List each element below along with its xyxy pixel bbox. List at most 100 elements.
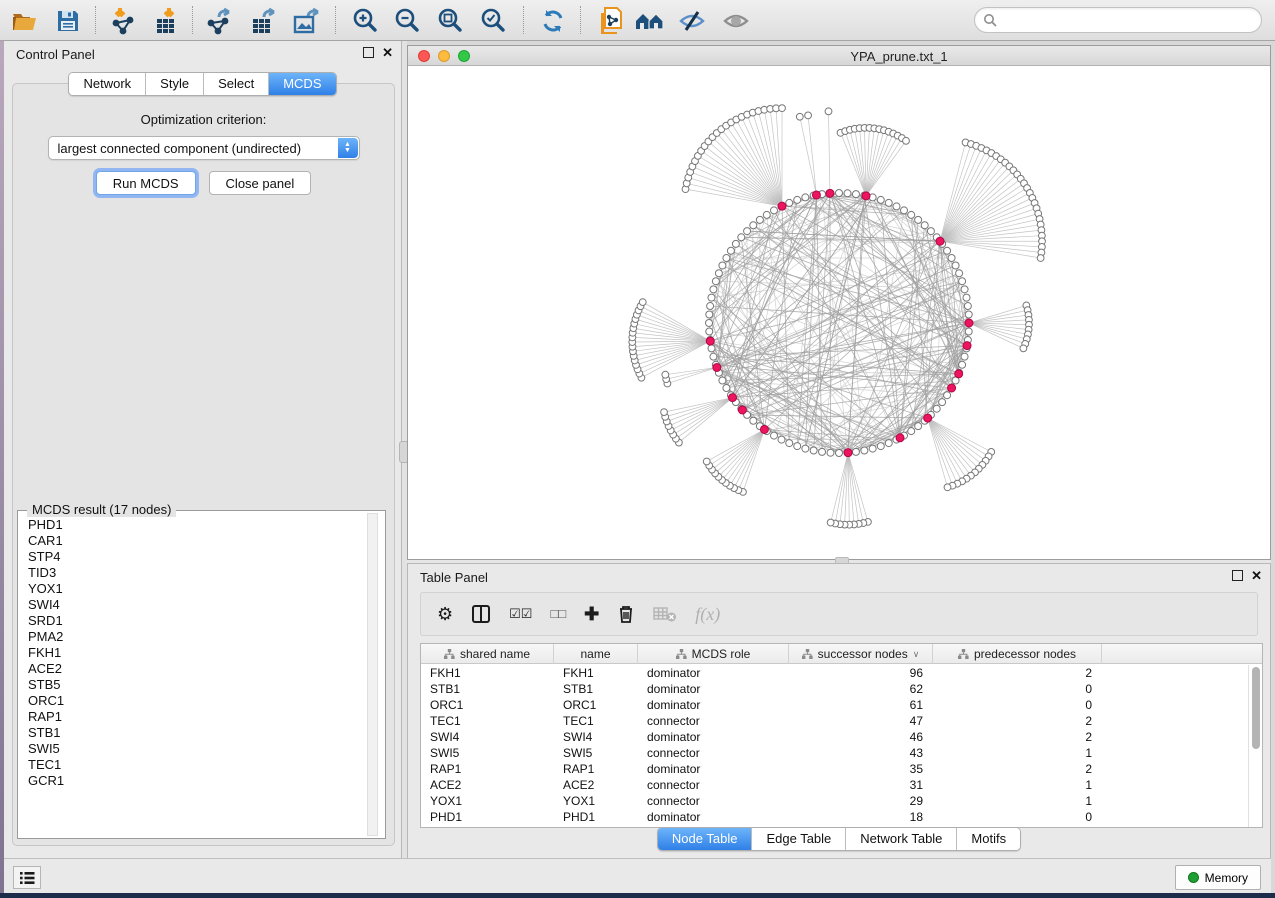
table-row[interactable]: ORC1ORC1dominator610 — [421, 697, 1248, 713]
mcds-result-list[interactable]: PHD1CAR1STP4TID3YOX1SWI4SRD1PMA2FKH1ACE2… — [28, 517, 359, 834]
cell: 96 — [789, 665, 933, 681]
table-row[interactable]: ACE2ACE2connector311 — [421, 777, 1248, 793]
float-table-panel-icon[interactable] — [1232, 570, 1243, 581]
close-mcds-panel-button[interactable]: Close panel — [209, 171, 312, 195]
cell: dominator — [638, 697, 789, 713]
export-table-button[interactable] — [248, 5, 280, 36]
zoom-in-button[interactable] — [349, 5, 381, 36]
table-row[interactable]: STB1STB1dominator620 — [421, 681, 1248, 697]
cell: connector — [638, 745, 789, 761]
mcds-list-scrollbar[interactable] — [367, 513, 378, 836]
mcds-node-item[interactable]: ACE2 — [28, 661, 359, 677]
table-scrollbar[interactable] — [1248, 665, 1262, 827]
tab-mcds[interactable]: MCDS — [269, 73, 335, 95]
hide-selected-icon — [678, 8, 706, 34]
mcds-node-item[interactable]: YOX1 — [28, 581, 359, 597]
column-header-predecessor-nodes[interactable]: predecessor nodes — [933, 644, 1102, 664]
float-panel-icon[interactable] — [363, 47, 374, 58]
show-all-button[interactable] — [720, 5, 752, 36]
mcds-node-item[interactable]: GCR1 — [28, 773, 359, 789]
memory-button[interactable]: Memory — [1175, 865, 1261, 890]
open-file-button[interactable] — [8, 5, 40, 36]
mcds-node-item[interactable]: TEC1 — [28, 757, 359, 773]
cell: 18 — [789, 809, 933, 825]
table-row[interactable]: SWI4SWI4dominator462 — [421, 729, 1248, 745]
tab-style[interactable]: Style — [146, 73, 204, 95]
tab-select[interactable]: Select — [204, 73, 269, 95]
mcds-result-box: PHD1CAR1STP4TID3YOX1SWI4SRD1PMA2FKH1ACE2… — [17, 510, 386, 839]
tab-node-table[interactable]: Node Table — [658, 828, 753, 850]
cell: 61 — [789, 697, 933, 713]
mcds-node-item[interactable]: STB1 — [28, 725, 359, 741]
cell: STB1 — [421, 681, 554, 697]
first-neighbors-button[interactable] — [634, 5, 666, 36]
zoom-selected-button[interactable] — [477, 5, 509, 36]
tab-edge-table[interactable]: Edge Table — [752, 828, 846, 850]
refresh-layout-button[interactable] — [537, 5, 569, 36]
column-header-successor-nodes[interactable]: successor nodes∨ — [789, 644, 933, 664]
column-header-MCDS-role[interactable]: MCDS role — [638, 644, 789, 664]
delete-column-icon[interactable] — [617, 604, 635, 624]
import-table-button[interactable] — [151, 5, 183, 36]
cell: SWI5 — [554, 745, 638, 761]
table-row[interactable]: SWI5SWI5connector431 — [421, 745, 1248, 761]
mcds-node-item[interactable]: STB5 — [28, 677, 359, 693]
toggle-panes-icon[interactable] — [471, 604, 491, 624]
save-session-button[interactable] — [52, 5, 84, 36]
tab-network[interactable]: Network — [69, 73, 146, 95]
status-bar: Memory — [4, 858, 1271, 893]
column-header-name[interactable]: name — [554, 644, 638, 664]
zoom-selected-icon — [479, 7, 507, 35]
table-row[interactable]: TEC1TEC1connector472 — [421, 713, 1248, 729]
hide-selected-button[interactable] — [676, 5, 708, 36]
deselect-all-icon[interactable]: □□ — [550, 604, 566, 624]
column-header-shared-name[interactable]: shared name — [421, 644, 554, 664]
mcds-node-item[interactable]: RAP1 — [28, 709, 359, 725]
mcds-node-item[interactable]: FKH1 — [28, 645, 359, 661]
cell: RAP1 — [554, 761, 638, 777]
optimization-criterion-select[interactable]: largest connected component (undirected)… — [48, 136, 360, 160]
search-box[interactable] — [974, 7, 1262, 33]
task-history-button[interactable] — [13, 866, 41, 889]
close-panel-icon[interactable]: ✕ — [382, 47, 393, 58]
table-panel: Table Panel ✕ ⚙ ☑☑ □□ ✚ f(x) shared name… — [407, 563, 1271, 858]
settings-gear-icon[interactable]: ⚙ — [437, 604, 453, 624]
import-table-icon — [153, 7, 181, 35]
search-input[interactable] — [1002, 13, 1253, 27]
table-tabs: Node TableEdge TableNetwork TableMotifs — [408, 827, 1270, 851]
cell: SWI5 — [421, 745, 554, 761]
close-table-panel-icon[interactable]: ✕ — [1251, 570, 1262, 581]
network-canvas[interactable] — [408, 66, 1270, 560]
table-row[interactable]: FKH1FKH1dominator962 — [421, 665, 1248, 681]
export-table-icon — [250, 7, 278, 35]
export-image-button[interactable] — [291, 5, 323, 36]
mcds-node-item[interactable]: STP4 — [28, 549, 359, 565]
tab-motifs[interactable]: Motifs — [957, 828, 1020, 850]
mcds-node-item[interactable]: PMA2 — [28, 629, 359, 645]
mcds-node-item[interactable]: TID3 — [28, 565, 359, 581]
cell: connector — [638, 777, 789, 793]
zoom-fit-button[interactable] — [434, 5, 466, 36]
network-file-button[interactable] — [594, 5, 626, 36]
network-titlebar[interactable]: YPA_prune.txt_1 — [408, 46, 1270, 66]
mcds-node-item[interactable]: SRD1 — [28, 613, 359, 629]
node-table[interactable]: shared namenameMCDS rolesuccessor nodes∨… — [420, 643, 1263, 828]
mcds-node-item[interactable]: ORC1 — [28, 693, 359, 709]
table-row[interactable]: RAP1RAP1dominator352 — [421, 761, 1248, 777]
export-network-button[interactable] — [204, 5, 236, 36]
table-scrollbar-thumb[interactable] — [1252, 667, 1260, 749]
run-mcds-button[interactable]: Run MCDS — [96, 171, 196, 195]
mcds-node-item[interactable]: SWI4 — [28, 597, 359, 613]
cell: ACE2 — [421, 777, 554, 793]
zoom-out-button[interactable] — [391, 5, 423, 36]
add-column-icon[interactable]: ✚ — [584, 604, 599, 624]
import-network-button[interactable] — [109, 5, 141, 36]
table-row[interactable]: PHD1PHD1dominator180 — [421, 809, 1248, 825]
mcds-node-item[interactable]: PHD1 — [28, 517, 359, 533]
mcds-node-item[interactable]: SWI5 — [28, 741, 359, 757]
tab-network-table[interactable]: Network Table — [846, 828, 957, 850]
table-row[interactable]: YOX1YOX1connector291 — [421, 793, 1248, 809]
cell: FKH1 — [554, 665, 638, 681]
select-all-icon[interactable]: ☑☑ — [509, 604, 532, 624]
mcds-node-item[interactable]: CAR1 — [28, 533, 359, 549]
